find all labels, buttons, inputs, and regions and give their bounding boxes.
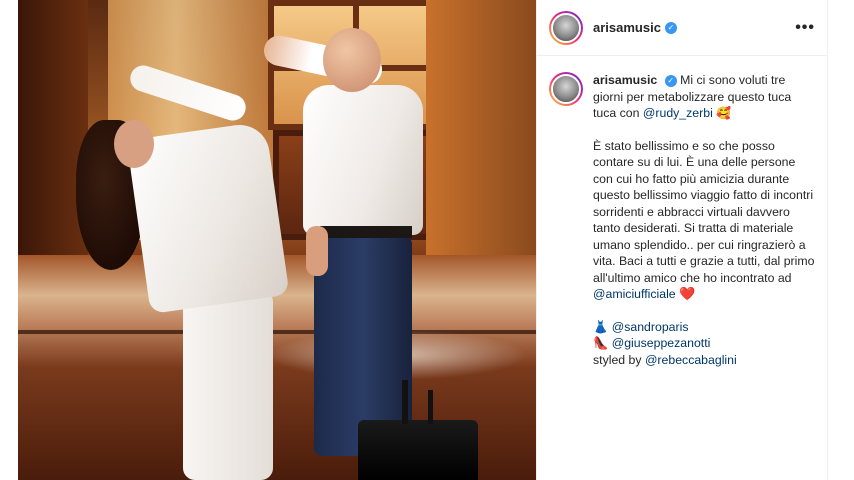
- smiling-hearts-emoji-icon: 🥰: [716, 106, 732, 120]
- dancer-woman-pants: [183, 290, 273, 480]
- camera-equipment: [358, 380, 478, 480]
- dancer-man-belt: [320, 226, 412, 238]
- post-header: arisamusic ✓ •••: [537, 0, 827, 56]
- caption-paragraph-1: arisamusic ✓ Mi ci sono voluti tre giorn…: [593, 72, 815, 122]
- caption-credits: 👗 @sandroparis 👠 @giuseppezanotti styled…: [593, 319, 815, 369]
- credit-line-sandro: 👗 @sandroparis: [593, 319, 815, 336]
- verified-badge-icon: ✓: [664, 74, 677, 87]
- mention-sandroparis[interactable]: @sandroparis: [612, 320, 689, 334]
- caption-avatar[interactable]: [549, 72, 583, 106]
- caption-row: arisamusic ✓ Mi ci sono voluti tre giorn…: [537, 56, 827, 368]
- dancer-woman-head: [114, 120, 154, 168]
- mention-rudy-zerbi[interactable]: @rudy_zerbi: [643, 106, 713, 120]
- avatar-image: [551, 12, 581, 43]
- styled-by-label: styled by: [593, 352, 645, 367]
- mention-amiciufficiale[interactable]: @amiciufficiale: [593, 287, 676, 301]
- dancer-man-hand: [306, 226, 328, 276]
- caption-text-2: È stato bellissimo e so che posso contar…: [593, 138, 815, 285]
- header-username[interactable]: arisamusic: [593, 20, 661, 35]
- avatar[interactable]: [549, 10, 583, 45]
- mention-giuseppezanotti[interactable]: @giuseppezanotti: [612, 336, 711, 350]
- caption-username[interactable]: arisamusic: [593, 73, 657, 87]
- mention-rebeccabaglini[interactable]: @rebeccabaglini: [645, 353, 737, 367]
- dancer-man-head: [323, 28, 381, 92]
- caption-paragraph-2: È stato bellissimo e so che posso contar…: [593, 138, 815, 303]
- credit-line-styled-by: styled by @rebeccabaglini: [593, 352, 815, 369]
- post-side-panel: arisamusic ✓ ••• arisamusic ✓ Mi ci sono…: [536, 0, 828, 480]
- photo-right-wall: [426, 0, 536, 260]
- caption-avatar-image: [551, 74, 581, 104]
- verified-badge-icon: ✓: [664, 21, 677, 34]
- red-heart-emoji-icon: ❤️: [679, 286, 696, 301]
- dress-emoji-icon: 👗: [593, 319, 609, 334]
- post-photo[interactable]: [18, 0, 536, 480]
- dancer-man-shirt: [303, 85, 423, 235]
- more-options-icon[interactable]: •••: [795, 19, 815, 37]
- post-caption: arisamusic ✓ Mi ci sono voluti tre giorn…: [593, 72, 815, 368]
- credit-line-giuseppe: 👠 @giuseppezanotti: [593, 335, 815, 352]
- high-heel-emoji-icon: 👠: [593, 336, 609, 350]
